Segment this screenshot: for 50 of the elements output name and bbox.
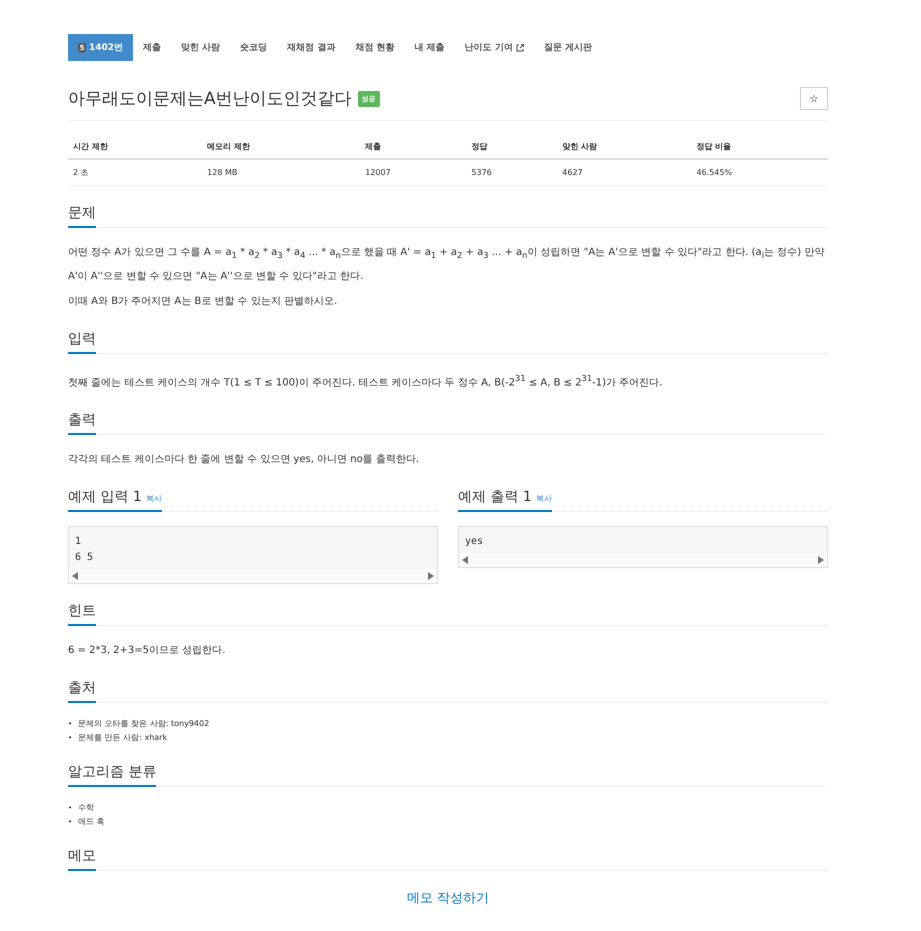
section-heading: 입력	[68, 330, 96, 354]
column-header: 정답	[466, 137, 558, 159]
left-arrow-icon[interactable]	[462, 556, 468, 564]
column-header: 제출	[360, 137, 466, 159]
problem-title: 아무래도이문제는A번난이도인것같다	[68, 88, 352, 110]
right-arrow-icon[interactable]	[818, 556, 824, 564]
nav-tab[interactable]: 제출	[133, 34, 172, 61]
list-item: 문제의 오타를 찾은 사람: tony9402	[78, 718, 210, 730]
list-item: 문제를 만든 사람: xhark	[78, 732, 168, 744]
section-heading: 메모	[68, 847, 96, 872]
copy-link[interactable]: 복사	[146, 494, 162, 504]
code-line: 6 5	[75, 551, 94, 566]
column-header: 정답 비율	[691, 137, 828, 159]
column-header: 맞힌 사람	[557, 137, 692, 159]
table-cell: 12007	[360, 159, 466, 186]
right-arrow-icon[interactable]	[428, 572, 434, 580]
section-heading: 출처	[68, 679, 96, 704]
table-cell: 46.545%	[691, 159, 828, 186]
nav-tab[interactable]: 내 제출	[404, 34, 455, 61]
list-item: 수학	[78, 802, 94, 814]
nav-tab[interactable]: 숏코딩	[230, 34, 278, 61]
section-heading: 예제 출력 1 복사	[458, 488, 552, 512]
section-heading: 문제	[68, 204, 96, 228]
table-cell: 128 MB	[202, 159, 360, 186]
section-heading: 출력	[68, 411, 96, 436]
column-header: 시간 제한	[68, 137, 202, 159]
code-line: yes	[465, 535, 484, 550]
code-line: 1	[75, 535, 82, 550]
paragraph: 첫째 줄에는 테스트 케이스의 개수 T(1 ≤ T ≤ 100)이 주어진다. 테스트 케이스마다 두 정수 A, B(-2$^{31}$ ≤ A, B ≤ 2$^{31}$-1)가 주어진다.	[68, 372, 664, 390]
nav-tab[interactable]: 맞힌 사람	[171, 34, 230, 61]
star-button[interactable]: ☆	[800, 87, 828, 110]
paragraph: 이때 A와 B가 주어지면 A는 B로 변할 수 있는지 판별하시오.	[68, 295, 338, 309]
list-item: 애드 혹	[78, 816, 105, 828]
section-heading: 알고리즘 분류	[68, 763, 156, 788]
left-arrow-icon[interactable]	[72, 572, 78, 580]
table-cell: 4627	[557, 159, 692, 186]
table-cell: 5376	[466, 159, 558, 186]
nav-tab[interactable]: 채점 현황	[345, 34, 404, 61]
nav-tab[interactable]: 재채점 결과	[277, 34, 346, 61]
nav-tab[interactable]: 난이도 기여	[454, 34, 534, 61]
paragraph: 각각의 테스트 케이스마다 한 줄에 변할 수 있으면 yes, 아니면 no를 출력한다.	[68, 453, 420, 468]
column-header: 메모리 제한	[202, 137, 360, 159]
table-cell: 2 초	[68, 159, 202, 186]
section-heading: 예제 입력 1 복사	[68, 488, 162, 512]
nav-tab[interactable]: 질문 게시판	[534, 34, 602, 61]
paragraph: 어떤 정수 A가 있으면 그 수를 A = a$_{1}$ * a$_{2}$ * a$_{3}$ * a$_{4}$ ... * a$_{n}$으로 했을 때 A' = a$_{1}$ + a$_{2}$ + a$_{3}$ ... + a$_{n}$이 성립하면 "A는 A'으로 변할 수 있다"라고 한다. (a$_{i}$는 정수) 만약 A'이 A''으로 변할 수 있으면 "A는 A''으로 변할 수 있다"라고 한다.	[68, 246, 826, 284]
copy-link[interactable]: 복사	[536, 494, 552, 504]
write-memo-link[interactable]: 메모 작성하기	[68, 889, 828, 908]
section-heading: 힌트	[68, 602, 96, 626]
paragraph: 6 = 2*3, 2+3=5이므로 성립한다.	[68, 644, 226, 658]
